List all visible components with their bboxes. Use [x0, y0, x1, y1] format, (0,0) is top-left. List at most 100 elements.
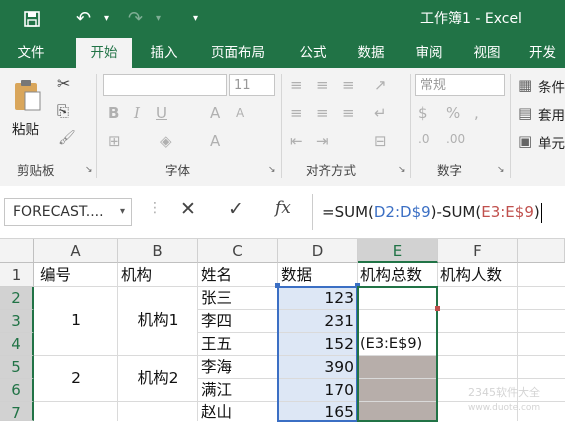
number-launcher-icon[interactable]: ↘ — [497, 165, 505, 175]
cell-name[interactable]: 李四 — [201, 310, 277, 332]
decrease-decimal-icon[interactable]: .00 — [446, 132, 465, 146]
row-header[interactable]: 7 — [0, 402, 34, 422]
orientation-icon[interactable]: ↗ — [374, 76, 387, 94]
range-handle-blue[interactable] — [275, 283, 280, 288]
wrap-text-icon[interactable]: ↵ — [374, 104, 387, 122]
cell-styles-icon[interactable]: ▣ — [518, 132, 532, 150]
align-right-icon[interactable]: ≡ — [342, 104, 355, 122]
fill-color-icon[interactable]: ◈ — [160, 132, 172, 150]
align-bottom-icon[interactable]: ≡ — [342, 76, 355, 94]
accounting-format-icon[interactable]: $ — [418, 104, 428, 122]
font-launcher-icon[interactable]: ↘ — [268, 165, 276, 175]
alignment-launcher-icon[interactable]: ↘ — [398, 165, 406, 175]
cell-styles-label[interactable]: 单元 — [538, 132, 565, 152]
enter-icon[interactable]: ✓ — [228, 198, 244, 220]
format-painter-icon[interactable]: 🖌 — [58, 130, 76, 146]
decrease-indent-icon[interactable]: ⇤ — [290, 132, 303, 150]
cell-header[interactable]: 数据 — [281, 264, 357, 286]
row-header[interactable]: 2 — [0, 287, 34, 310]
tab-insert[interactable]: 插入 — [137, 38, 191, 68]
cut-icon[interactable]: ✂ — [57, 74, 70, 93]
clipboard-launcher-icon[interactable]: ↘ — [85, 165, 93, 175]
tab-page-layout[interactable]: 页面布局 — [200, 38, 276, 68]
name-box-dropdown-icon[interactable]: ▾ — [120, 199, 125, 225]
tab-home[interactable]: 开始 — [76, 38, 132, 68]
percent-icon[interactable]: % — [446, 104, 460, 122]
tab-review[interactable]: 审阅 — [404, 38, 454, 68]
format-as-table-icon[interactable]: ▤ — [518, 104, 532, 122]
column-header[interactable]: C — [198, 239, 278, 263]
increase-indent-icon[interactable]: ⇥ — [316, 132, 329, 150]
insert-function-icon[interactable]: fx — [275, 198, 291, 218]
number-format-box[interactable]: 常规 — [415, 74, 505, 96]
range-handle-red[interactable] — [435, 306, 440, 311]
cell-group-id[interactable]: 2 — [34, 367, 118, 390]
cell-name[interactable]: 李海 — [201, 356, 277, 378]
align-middle-icon[interactable]: ≡ — [316, 76, 329, 94]
conditional-format-icon[interactable]: ▦ — [518, 76, 532, 94]
cell-header[interactable]: 姓名 — [201, 264, 277, 286]
conditional-format-label[interactable]: 条件 — [538, 76, 565, 96]
cell-name[interactable]: 赵山 — [201, 402, 277, 422]
cell-header[interactable]: 机构 — [121, 264, 197, 286]
row-header[interactable]: 3 — [0, 310, 34, 333]
format-as-table-label[interactable]: 套用 — [538, 104, 565, 124]
name-box[interactable]: FORECAST.... ▾ — [4, 198, 132, 226]
underline-icon[interactable]: U — [156, 104, 167, 122]
column-header-partial[interactable] — [518, 239, 565, 263]
cell-name[interactable]: 张三 — [201, 287, 277, 309]
text-cursor — [540, 202, 542, 223]
undo-icon[interactable]: ↶ — [76, 0, 91, 38]
cancel-icon[interactable]: ✕ — [180, 198, 196, 220]
cell-header[interactable]: 编号 — [40, 264, 116, 286]
column-header[interactable]: E — [358, 239, 438, 263]
column-header[interactable]: F — [438, 239, 518, 263]
tab-file[interactable]: 文件 — [6, 38, 56, 68]
bold-icon[interactable]: B — [108, 104, 119, 122]
font-color-icon[interactable]: A — [210, 132, 220, 150]
clipboard-group-label: 剪贴板 — [17, 163, 55, 178]
row-header[interactable]: 5 — [0, 356, 34, 379]
watermark-logo: 2345软件大全 www.duote.com — [468, 386, 541, 413]
increase-decimal-icon[interactable]: .0 — [418, 132, 429, 146]
comma-style-icon[interactable]: , — [474, 104, 479, 122]
formula-range-ref: E3:E$9 — [481, 203, 534, 221]
column-header[interactable]: D — [278, 239, 358, 263]
formula-bar: FORECAST.... ▾ ⋮ ✕ ✓ fx =SUM(D2:D$9)-SUM… — [0, 186, 565, 239]
align-left-icon[interactable]: ≡ — [290, 104, 303, 122]
formula-range-ref: D2:D$9 — [373, 203, 431, 221]
paste-icon[interactable] — [12, 78, 42, 116]
undo-dropdown-icon[interactable]: ▾ — [104, 0, 109, 38]
save-icon[interactable] — [24, 0, 40, 41]
column-header[interactable]: B — [118, 239, 198, 263]
tab-data[interactable]: 数据 — [346, 38, 396, 68]
borders-icon[interactable]: ⊞ — [108, 132, 121, 150]
formula-input[interactable]: =SUM(D2:D$9)-SUM(E3:E$9) — [322, 198, 542, 226]
row-header[interactable]: 1 — [0, 263, 34, 287]
cell-group-org[interactable]: 机构2 — [118, 367, 198, 390]
column-header[interactable]: A — [34, 239, 118, 263]
grow-font-icon[interactable]: A — [210, 104, 220, 122]
cell-name[interactable]: 王五 — [201, 333, 277, 355]
align-top-icon[interactable]: ≡ — [290, 76, 303, 94]
cell-header[interactable]: 机构总数 — [360, 264, 438, 286]
tab-developer[interactable]: 开发 — [520, 38, 565, 68]
merge-center-icon[interactable]: ⊟ — [374, 132, 387, 150]
cell-header[interactable]: 机构人数 — [440, 264, 518, 286]
italic-icon[interactable]: I — [134, 104, 140, 122]
tab-formulas[interactable]: 公式 — [288, 38, 338, 68]
tab-view[interactable]: 视图 — [462, 38, 512, 68]
cell-group-id[interactable]: 1 — [34, 309, 118, 332]
row-header[interactable]: 4 — [0, 333, 34, 356]
font-size-box[interactable]: 11 — [229, 74, 275, 96]
font-name-box[interactable] — [103, 74, 227, 96]
align-center-icon[interactable]: ≡ — [316, 104, 329, 122]
customize-qat-icon[interactable]: ▾ — [193, 0, 198, 38]
copy-icon[interactable]: ⎘ — [57, 102, 69, 120]
cell-group-org[interactable]: 机构1 — [118, 309, 198, 332]
shrink-font-icon[interactable]: A — [236, 106, 244, 120]
paste-label[interactable]: 粘贴 — [12, 118, 39, 138]
row-header[interactable]: 6 — [0, 379, 34, 402]
cell-name[interactable]: 满江 — [201, 379, 277, 401]
select-all-corner[interactable] — [0, 239, 34, 263]
